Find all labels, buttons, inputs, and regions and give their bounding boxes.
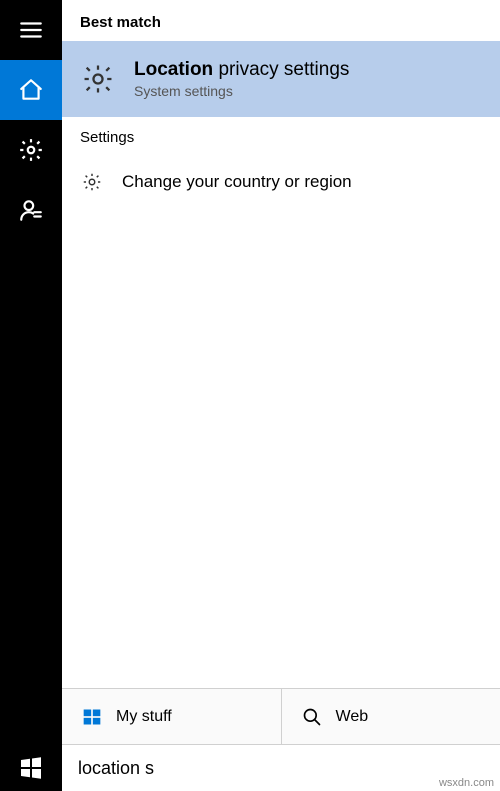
watermark: wsxdn.com: [439, 777, 494, 789]
gear-icon: [80, 61, 116, 97]
best-match-header: Best match: [62, 0, 500, 41]
home-filter-button[interactable]: [0, 60, 62, 120]
cortana-button[interactable]: [0, 180, 62, 240]
filter-label: Web: [336, 708, 369, 726]
windows-logo-icon: [19, 756, 43, 780]
search-input[interactable]: [78, 758, 484, 779]
search-input-row[interactable]: [62, 744, 500, 791]
cortana-icon: [18, 197, 44, 223]
search-icon: [302, 707, 322, 727]
search-results-panel: Best match Location privacy settings Sys…: [62, 0, 500, 791]
gear-icon: [18, 137, 44, 163]
filter-web[interactable]: Web: [282, 689, 500, 744]
filter-label: My stuff: [116, 708, 172, 726]
windows-logo-icon: [82, 707, 102, 727]
result-title: Location privacy settings: [134, 59, 349, 81]
search-sidebar: [0, 0, 62, 791]
settings-header: Settings: [62, 117, 500, 152]
search-scope-filters: My stuff Web: [62, 688, 500, 744]
settings-filter-button[interactable]: [0, 120, 62, 180]
filter-my-stuff[interactable]: My stuff: [62, 689, 282, 744]
result-location-privacy-settings[interactable]: Location privacy settings System setting…: [62, 41, 500, 117]
home-icon: [18, 77, 44, 103]
result-subtitle: System settings: [134, 83, 349, 99]
start-button[interactable]: [0, 744, 62, 791]
result-change-country-region[interactable]: Change your country or region: [62, 152, 500, 212]
hamburger-icon: [18, 17, 44, 43]
gear-icon: [80, 170, 104, 194]
result-title: Change your country or region: [122, 172, 352, 192]
hamburger-menu-button[interactable]: [0, 0, 62, 60]
